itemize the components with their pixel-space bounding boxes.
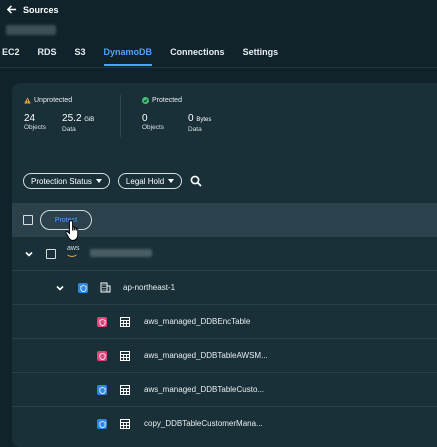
table-row[interactable]: aws_managed_DDBTableCusto... bbox=[12, 373, 437, 407]
source-tabs: EC2 RDS S3 DynamoDB Connections Settings bbox=[0, 47, 296, 66]
unprotected-summary: Unprotected 24 Objects 25.2 GiB Data bbox=[24, 97, 94, 133]
table-icon bbox=[120, 317, 130, 327]
check-circle-icon bbox=[142, 97, 149, 104]
unprotected-title: Unprotected bbox=[24, 97, 72, 104]
table-name[interactable]: aws_managed_DDBTableCusto... bbox=[144, 385, 264, 394]
chevron-down-icon[interactable] bbox=[55, 283, 65, 293]
account-checkbox[interactable] bbox=[46, 249, 56, 259]
table-name[interactable]: aws_managed_DDBEncTable bbox=[144, 317, 250, 326]
table-row[interactable]: aws_managed_DDBEncTable bbox=[12, 305, 437, 339]
aws-logo: aws bbox=[67, 245, 80, 252]
building-icon bbox=[100, 282, 111, 293]
account-id-redacted bbox=[90, 249, 152, 257]
unprotected-values: 24 Objects 25.2 GiB Data bbox=[24, 113, 94, 133]
tab-s3[interactable]: S3 bbox=[75, 47, 86, 66]
unprotected-data-unit: GiB bbox=[84, 117, 95, 123]
protected-objects-label: Objects bbox=[142, 124, 165, 131]
search-icon[interactable] bbox=[190, 175, 202, 187]
content-card: Unprotected 24 Objects 25.2 GiB Data Pro… bbox=[12, 83, 437, 447]
back-link[interactable]: Sources bbox=[6, 4, 59, 15]
table-header: Protect bbox=[12, 203, 437, 241]
table-name[interactable]: aws_managed_DDBTableAWSM... bbox=[144, 351, 268, 360]
table-icon bbox=[120, 419, 130, 429]
caret-down-icon bbox=[95, 179, 102, 183]
shield-icon bbox=[78, 283, 88, 293]
stats-separator bbox=[120, 95, 121, 137]
legal-hold-filter[interactable]: Legal Hold bbox=[117, 173, 183, 189]
protected-summary: Protected 0 Objects 0 Bytes Data bbox=[142, 97, 211, 133]
protected-label: Protected bbox=[152, 97, 182, 104]
table-icon bbox=[120, 385, 130, 395]
protected-data-value: 0 Bytes bbox=[188, 113, 212, 124]
unprotected-data-value: 25.2 GiB bbox=[62, 113, 95, 124]
caret-down-icon bbox=[168, 179, 175, 183]
chevron-down-icon[interactable] bbox=[24, 249, 34, 259]
top-bar: Sources EC2 RDS S3 DynamoDB Connections … bbox=[0, 0, 437, 72]
select-all-checkbox[interactable] bbox=[23, 215, 33, 225]
table-icon bbox=[120, 351, 130, 361]
back-label: Sources bbox=[23, 4, 59, 15]
tab-divider bbox=[0, 67, 437, 68]
account-name-redacted bbox=[6, 25, 56, 35]
protection-status-label: Protection Status bbox=[31, 176, 92, 186]
legal-hold-label: Legal Hold bbox=[125, 176, 165, 186]
unprotected-label: Unprotected bbox=[34, 97, 73, 104]
tab-ec2[interactable]: EC2 bbox=[2, 47, 20, 66]
arrow-left-icon bbox=[6, 5, 17, 14]
tab-dynamodb[interactable]: DynamoDB bbox=[103, 47, 153, 66]
protected-values: 0 Objects 0 Bytes Data bbox=[142, 113, 211, 133]
protected-data-label: Data bbox=[188, 126, 202, 133]
objects-table: Protect aws ap-northeast-1 aws_managed_D… bbox=[12, 203, 437, 440]
tab-connections[interactable]: Connections bbox=[170, 47, 225, 66]
unprotected-objects-label: Objects bbox=[24, 124, 47, 131]
shield-icon bbox=[97, 351, 107, 361]
protected-data-unit: Bytes bbox=[196, 117, 212, 123]
protected-title: Protected bbox=[142, 97, 182, 104]
table-name[interactable]: copy_DDBTableCustomerMana... bbox=[144, 419, 263, 428]
tab-rds[interactable]: RDS bbox=[38, 47, 57, 66]
aws-smile-icon bbox=[67, 254, 77, 257]
shield-icon bbox=[97, 419, 107, 429]
shield-icon bbox=[97, 317, 107, 327]
protected-objects-value: 0 bbox=[142, 113, 148, 124]
warning-icon bbox=[24, 97, 31, 104]
protection-status-filter[interactable]: Protection Status bbox=[23, 173, 110, 189]
region-row: ap-northeast-1 bbox=[12, 271, 437, 305]
unprotected-objects-value: 24 bbox=[24, 113, 36, 124]
region-label: ap-northeast-1 bbox=[123, 283, 176, 292]
table-row[interactable]: aws_managed_DDBTableAWSM... bbox=[12, 339, 437, 373]
unprotected-data-label: Data bbox=[62, 126, 76, 133]
table-row[interactable]: copy_DDBTableCustomerMana... bbox=[12, 407, 437, 440]
tab-settings[interactable]: Settings bbox=[243, 47, 279, 66]
shield-icon bbox=[97, 385, 107, 395]
filter-bar: Protection Status Legal Hold bbox=[23, 173, 202, 189]
account-row: aws bbox=[12, 237, 437, 271]
